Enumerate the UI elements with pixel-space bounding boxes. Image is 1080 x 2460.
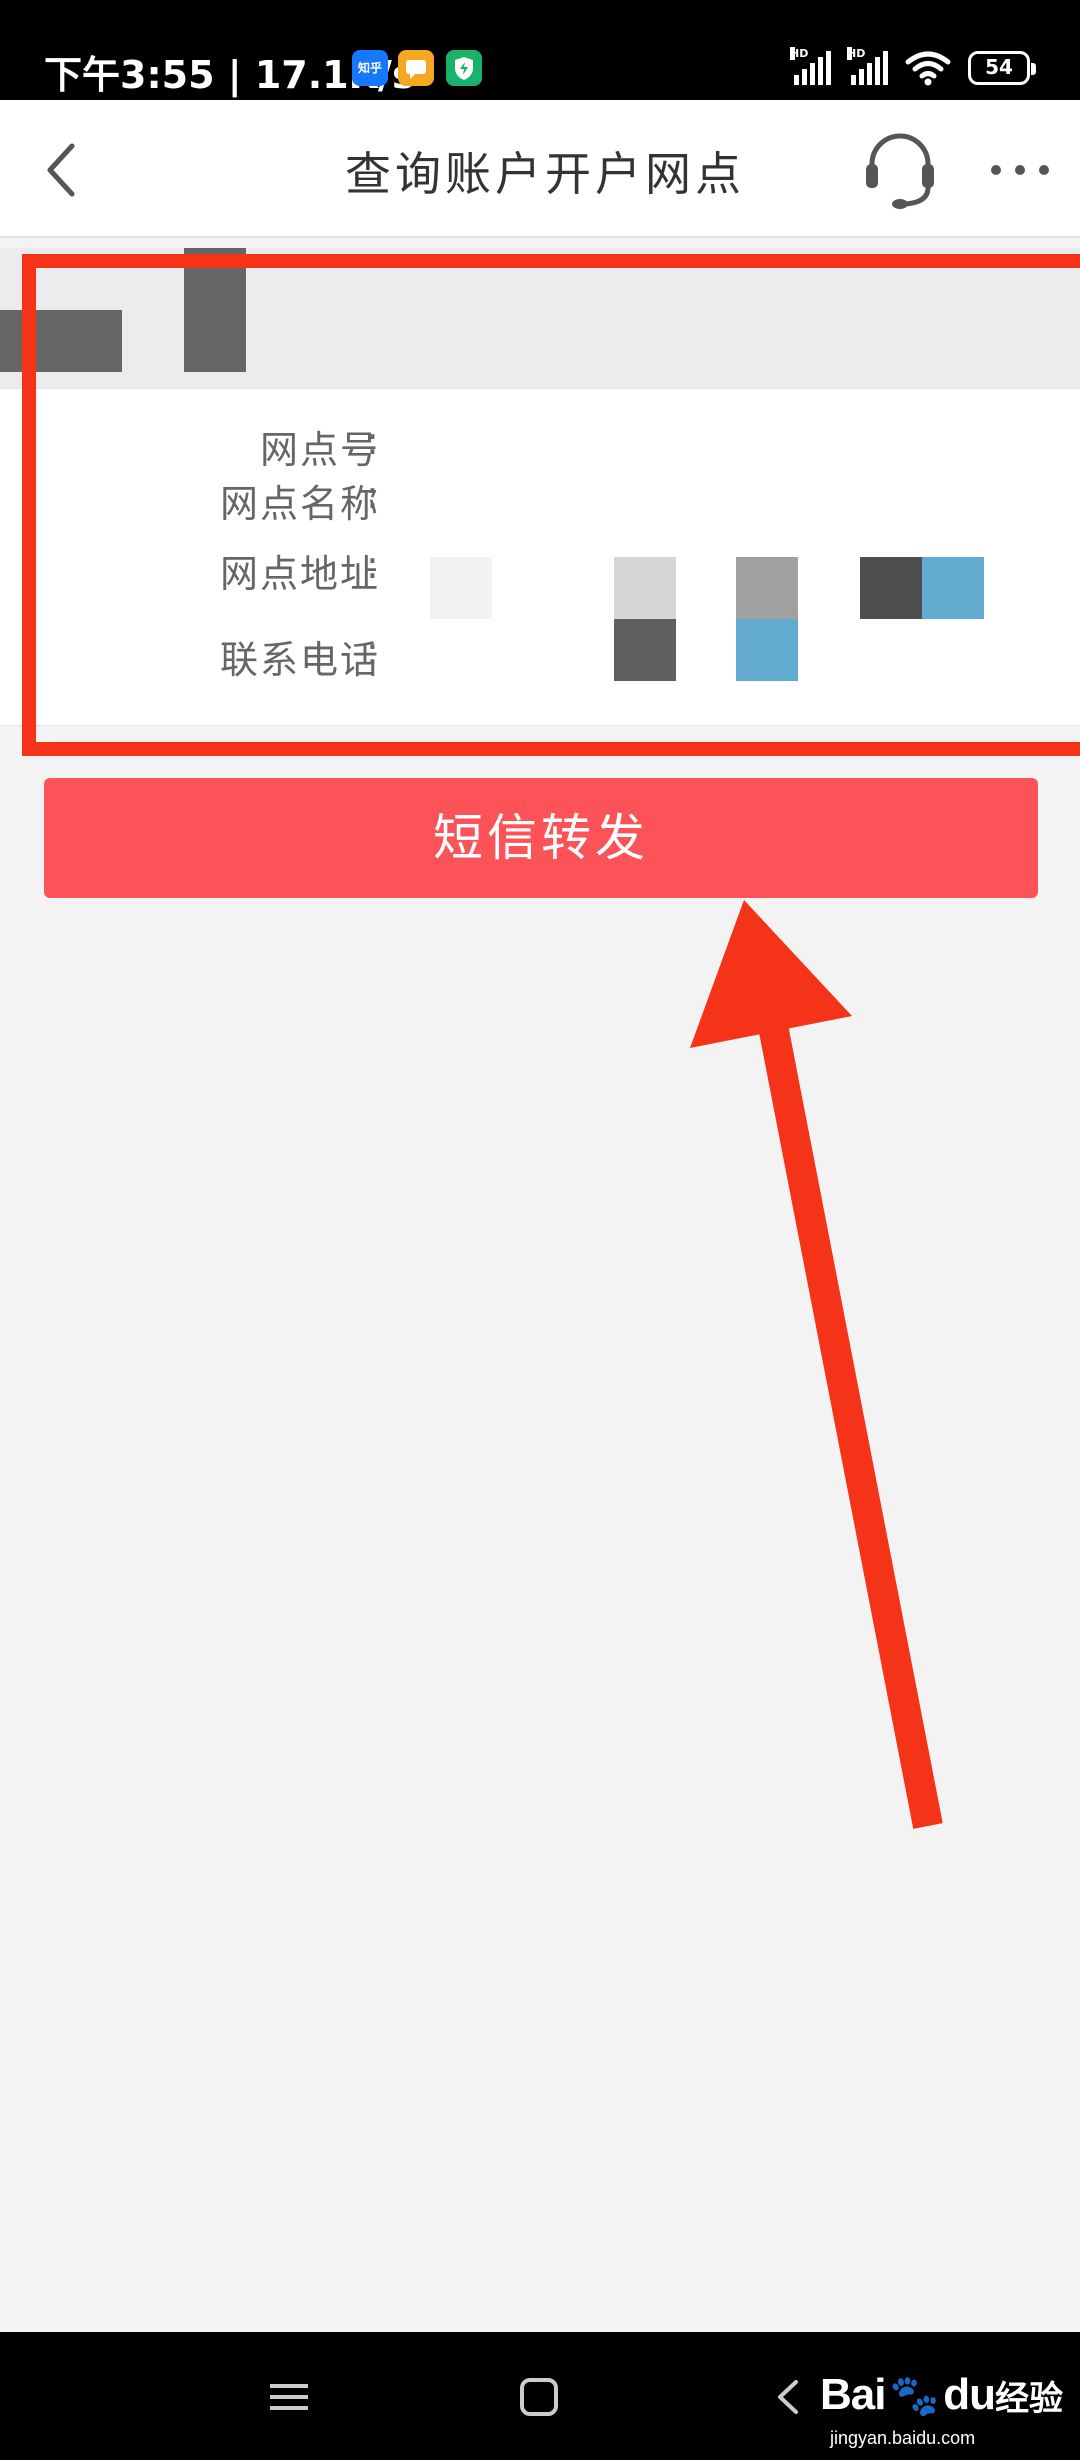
status-bar: 下午3:55 | 17.1K/s 知乎 HD HD 54 (0, 0, 1080, 100)
app-header: 查询账户开户网点 (0, 100, 1080, 238)
menu-lines-icon (270, 2384, 308, 2410)
signal-strength-icon: HD (790, 47, 831, 85)
paw-icon: 🐾 (889, 2372, 940, 2419)
system-nav-bar: Bai 🐾 du 经验 jingyan.baidu.com (0, 2332, 1080, 2460)
wifi-icon (905, 51, 951, 86)
baidu-logo-suffix: du (943, 2370, 996, 2419)
message-app-icon (398, 50, 434, 86)
baidu-logo-text: Bai (820, 2370, 886, 2419)
more-menu-button[interactable] (984, 140, 1056, 200)
signal-strength-2-icon: HD (847, 47, 888, 85)
more-dots-icon (991, 165, 1049, 175)
annotation-highlight-box (22, 254, 1080, 756)
zhihu-app-icon: 知乎 (352, 50, 388, 86)
baidu-jingyan-watermark: Bai 🐾 du 经验 (820, 2360, 1063, 2430)
status-indicators: HD HD 54 (790, 47, 1036, 88)
security-app-icon (446, 50, 482, 86)
jingyan-brand: 经验 (995, 2378, 1064, 2419)
watermark-url: jingyan.baidu.com (830, 2428, 976, 2448)
customer-service-button[interactable] (860, 126, 940, 212)
menu-nav-button[interactable] (254, 2362, 324, 2432)
back-triangle-icon (778, 2380, 798, 2414)
home-nav-button[interactable] (504, 2362, 574, 2432)
headset-icon (866, 133, 934, 209)
home-square-icon (520, 2378, 558, 2416)
back-nav-button[interactable] (754, 2362, 824, 2432)
sms-forward-button[interactable]: 短信转发 (44, 778, 1038, 898)
battery-indicator: 54 (968, 51, 1036, 85)
